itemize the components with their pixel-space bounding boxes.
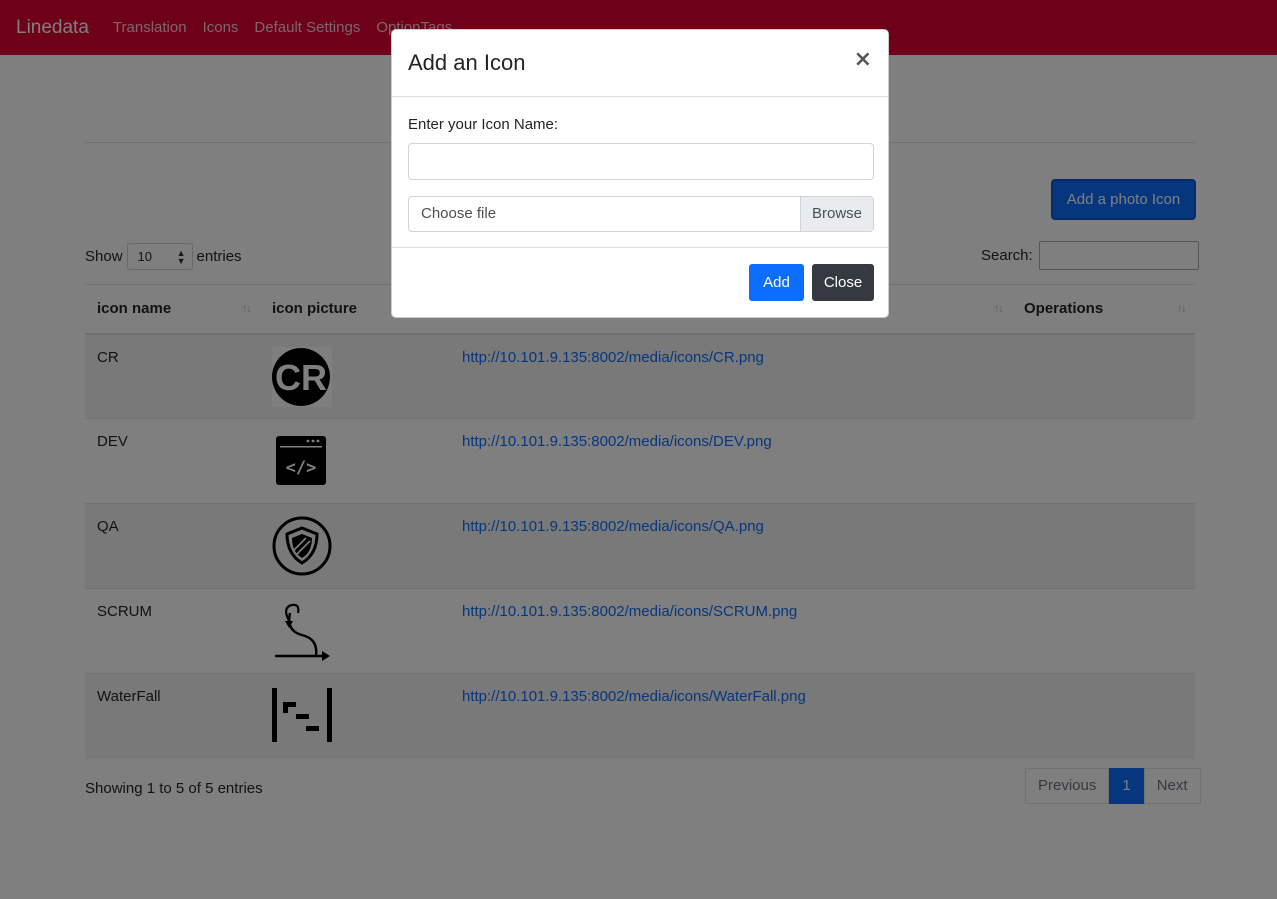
modal-footer: Add Close [392, 248, 888, 318]
browse-button[interactable]: Browse [800, 197, 873, 231]
icon-name-label: Enter your Icon Name: [408, 116, 559, 133]
modal-body: Enter your Icon Name: Choose file Browse [392, 97, 888, 248]
close-button[interactable]: Close [812, 264, 874, 301]
close-icon[interactable]: × [854, 47, 872, 72]
icon-name-input[interactable] [408, 143, 874, 180]
modal-title: Add an Icon [408, 50, 526, 75]
add-button[interactable]: Add [749, 264, 804, 301]
file-chooser[interactable]: Choose file Browse [408, 196, 874, 232]
modal-header: Add an Icon × [392, 30, 888, 97]
add-icon-modal: Add an Icon × Enter your Icon Name: Choo… [391, 29, 889, 318]
file-chooser-label[interactable]: Choose file [409, 197, 800, 231]
